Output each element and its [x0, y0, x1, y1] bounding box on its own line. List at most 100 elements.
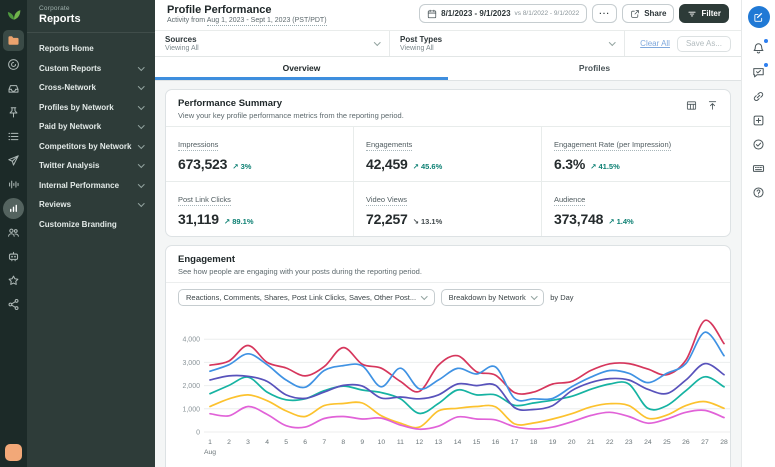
compare-range-label: vs 8/1/2022 - 9/1/2022	[514, 10, 580, 17]
messages-icon[interactable]	[751, 63, 768, 80]
engagement-subtitle: See how people are engaging with your po…	[178, 267, 422, 276]
performance-summary-subtitle: View your key profile performance metric…	[178, 111, 404, 120]
sidebar-item-cross-network[interactable]: Cross-Network	[27, 78, 155, 98]
chevron-down-icon	[137, 83, 144, 90]
filter-button[interactable]: Filter	[679, 4, 729, 23]
report-content: Performance Summary View your key profil…	[155, 81, 741, 467]
metric-video-views: Video Views 72,257 ↘ 13.1%	[354, 181, 542, 236]
listening-levels-icon[interactable]	[3, 174, 24, 195]
filter-bar: Sources Viewing All Post Types Viewing A…	[155, 30, 741, 57]
y-axis-tick-label: 0	[196, 430, 200, 437]
chevron-down-icon	[373, 38, 380, 46]
sidebar-item-label: Customize Branding	[39, 219, 117, 229]
sidebar-item-competitors-by-network[interactable]: Competitors by Network	[27, 137, 155, 157]
metric-delta-down: ↘ 13.1%	[412, 217, 443, 226]
sidebar-item-label: Competitors by Network	[39, 141, 132, 151]
pin-icon[interactable]	[3, 102, 24, 123]
app-window: Corporate Reports Reports Home Custom Rep…	[0, 0, 775, 467]
tab-overview[interactable]: Overview	[155, 57, 448, 80]
chevron-down-icon	[137, 161, 144, 168]
x-axis-tick-label: 18	[530, 439, 538, 446]
sidebar-item-label: Paid by Network	[39, 122, 102, 132]
workspace-label: Corporate	[39, 5, 70, 12]
x-axis-tick-label: 25	[663, 439, 671, 446]
date-range-button[interactable]: 8/1/2023 - 9/1/2023 vs 8/1/2022 - 9/1/20…	[419, 4, 588, 23]
profile-at-icon[interactable]	[3, 54, 24, 75]
sidebar-item-customize-branding[interactable]: Customize Branding	[27, 215, 155, 235]
sidebar-item-twitter-analysis[interactable]: Twitter Analysis	[27, 156, 155, 176]
metric-label: Engagements	[366, 140, 413, 151]
metric-engagement-rate-per-impression-: Engagement Rate (per Impression) 6.3% ↗ 41…	[542, 126, 730, 181]
engagement-metrics-select[interactable]: Reactions, Comments, Shares, Post Link C…	[178, 289, 435, 306]
bot-icon[interactable]	[3, 246, 24, 267]
chevron-down-icon	[137, 200, 144, 207]
sidebar-item-reviews[interactable]: Reviews	[27, 195, 155, 215]
metric-engagements: Engagements 42,459 ↗ 45.6%	[354, 126, 542, 181]
metric-audience: Audience 373,748 ↗ 1.4%	[542, 181, 730, 236]
x-axis-tick-label: 8	[341, 439, 345, 446]
share-icon	[630, 9, 640, 19]
x-axis-tick-label: 15	[473, 439, 481, 446]
more-options-button[interactable]: ···	[592, 4, 618, 23]
engagement-card: Engagement See how people are engaging w…	[165, 245, 731, 467]
notification-dot	[763, 39, 768, 43]
x-axis-tick-label: 9	[360, 439, 364, 446]
sidebar-item-paid-by-network[interactable]: Paid by Network	[27, 117, 155, 137]
sidebar-title: Reports	[39, 13, 81, 25]
metric-post-link-clicks: Post Link Clicks 31,119 ↗ 89.1%	[166, 181, 354, 236]
table-view-icon[interactable]	[686, 100, 697, 111]
post-types-filter[interactable]: Post Types Viewing All	[390, 31, 625, 56]
chart-controls: Reactions, Comments, Shares, Post Link C…	[166, 283, 730, 308]
reports-folder-icon[interactable]	[3, 30, 24, 51]
x-axis-tick-label: 12	[416, 439, 424, 446]
breakdown-select[interactable]: Breakdown by Network	[440, 289, 545, 306]
main-area: Profile Performance Activity from Aug 1,…	[155, 0, 741, 467]
clear-all-link[interactable]: Clear All	[640, 39, 670, 48]
sidebar-item-internal-performance[interactable]: Internal Performance	[27, 176, 155, 196]
add-square-icon[interactable]	[751, 112, 767, 128]
user-avatar[interactable]	[5, 444, 22, 461]
inbox-icon[interactable]	[3, 78, 24, 99]
share-nodes-icon[interactable]	[3, 294, 24, 315]
help-icon[interactable]	[751, 184, 767, 200]
sidebar-item-reports-home[interactable]: Reports Home	[27, 39, 155, 59]
sidebar-item-custom-reports[interactable]: Custom Reports	[27, 59, 155, 79]
sidebar-header: Corporate Reports	[27, 0, 155, 33]
calendar-icon	[427, 9, 437, 19]
metric-label: Impressions	[178, 140, 219, 151]
chevron-down-icon	[137, 63, 144, 70]
export-icon[interactable]	[707, 100, 718, 111]
x-axis-tick-label: 7	[322, 439, 326, 446]
performance-summary-card: Performance Summary View your key profil…	[165, 89, 731, 237]
keyboard-shortcuts-icon[interactable]	[751, 160, 767, 176]
metric-value: 373,748	[554, 211, 604, 227]
notifications-bell-icon[interactable]	[751, 39, 768, 56]
chevron-down-icon	[137, 180, 144, 187]
x-axis-tick-label: 16	[492, 439, 500, 446]
by-day-label: by Day	[550, 293, 574, 302]
left-icon-rail	[0, 0, 27, 467]
publish-paper-plane-icon[interactable]	[3, 150, 24, 171]
chevron-down-icon	[137, 141, 144, 148]
link-icon[interactable]	[751, 88, 767, 104]
tab-profiles[interactable]: Profiles	[448, 57, 741, 80]
feed-list-icon[interactable]	[3, 126, 24, 147]
save-as-button[interactable]: Save As...	[676, 35, 731, 52]
reports-sidebar: Corporate Reports Reports Home Custom Rep…	[27, 0, 155, 467]
x-axis-tick-label: 6	[303, 439, 307, 446]
metric-label: Engagement Rate (per Impression)	[554, 140, 672, 151]
x-axis-tick-label: 11	[397, 439, 404, 446]
metric-label: Audience	[554, 195, 586, 206]
star-icon[interactable]	[3, 270, 24, 291]
people-icon[interactable]	[3, 222, 24, 243]
sidebar-item-profiles-by-network[interactable]: Profiles by Network	[27, 98, 155, 118]
tasks-check-icon[interactable]	[751, 136, 767, 152]
sources-filter[interactable]: Sources Viewing All	[155, 31, 390, 56]
reports-bar-chart-icon[interactable]	[3, 198, 24, 219]
page-header: Profile Performance Activity from Aug 1,…	[155, 0, 741, 30]
share-button[interactable]: Share	[622, 4, 675, 23]
metric-label: Video Views	[366, 195, 408, 206]
compose-button[interactable]	[747, 6, 770, 28]
sidebar-item-label: Custom Reports	[39, 63, 102, 73]
chevron-down-icon	[421, 292, 428, 300]
